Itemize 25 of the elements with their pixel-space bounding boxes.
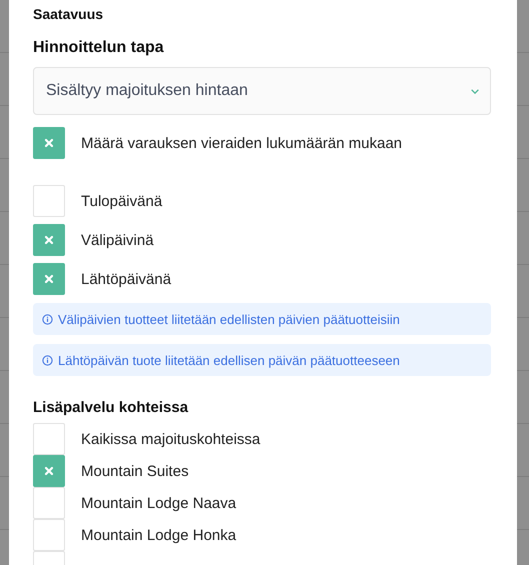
info-icon: [42, 354, 53, 366]
check-icon: [44, 235, 54, 245]
check-icon: [44, 466, 54, 476]
checkbox-label: Määrä varauksen vieraiden lukumäärän mukaan: [81, 134, 402, 152]
checkbox[interactable]: [33, 224, 65, 256]
check-icon: [44, 274, 54, 284]
check-icon: [44, 138, 54, 148]
checkbox-label: Mountain Suites: [81, 462, 189, 480]
checkbox-label: Mountain Lodge Naava: [81, 494, 236, 512]
info-icon: [42, 314, 53, 324]
checkbox-label: Välipäivinä: [81, 232, 154, 248]
checkbox-label: Kaikissa majoituskohteissa: [81, 430, 260, 448]
field-label: Hinnoittelun tapa: [33, 39, 165, 58]
section-heading: Saatavuus: [33, 6, 104, 24]
notice-text: Välipäivien tuotteet liitetään edellisten päivien päätuotteisiin: [58, 312, 400, 326]
checkbox-label: Mountain Lodge Honka: [81, 526, 236, 544]
checkbox-label: Lähtöpäivänä: [81, 270, 172, 288]
checkbox[interactable]: [33, 263, 65, 295]
pricing-select[interactable]: Sisältyy majoituksen hintaan: [33, 67, 491, 115]
checkbox-label: Tulopäivänä: [81, 192, 162, 210]
checkbox[interactable]: [33, 455, 65, 487]
notice-text: Lähtöpäivän tuote liitetään edellisen päivän päätuotteeseen: [58, 352, 400, 368]
field-label: Lisäpalvelu kohteissa: [33, 399, 190, 418]
chevron-icon: [470, 88, 480, 94]
checkbox[interactable]: [33, 127, 65, 159]
